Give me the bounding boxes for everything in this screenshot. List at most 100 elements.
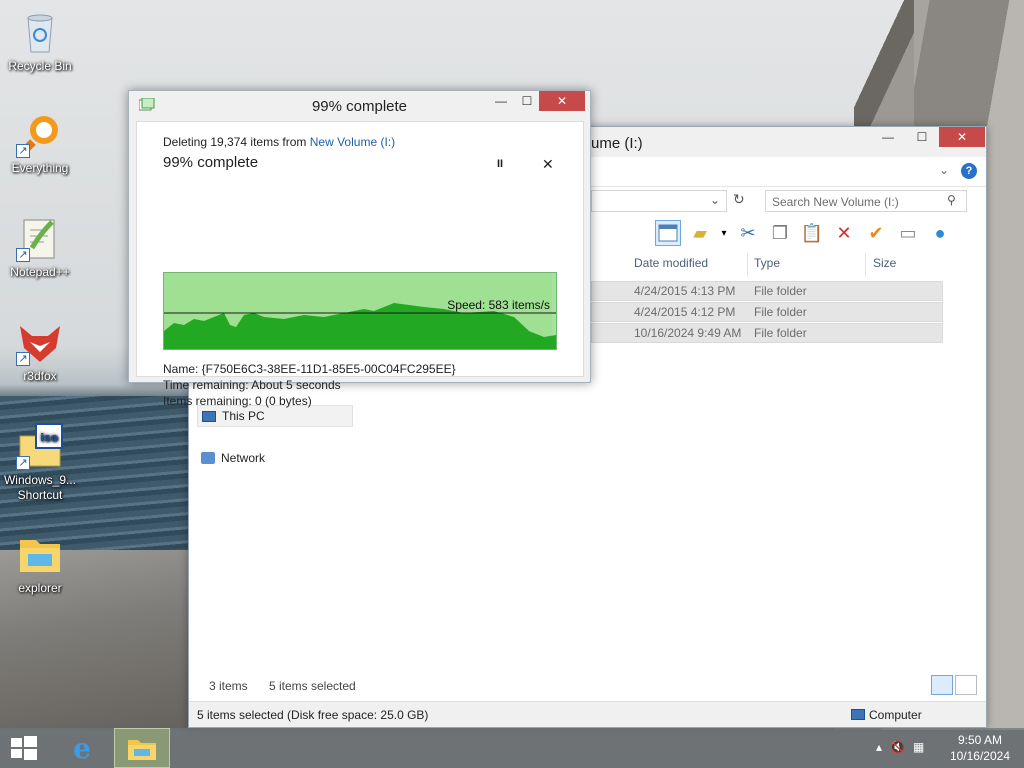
clock-time: 9:50 AM	[957, 733, 1002, 747]
explorer-maximize-button[interactable]: ☐	[909, 127, 935, 147]
shortcut-arrow-icon: ↗	[16, 144, 30, 158]
dialog-title: 99% complete	[311, 98, 408, 115]
internet-explorer-icon: e	[73, 731, 91, 765]
column-header-date[interactable]: Date modified	[628, 253, 748, 277]
ribbon-expand-icon[interactable]: ⌄	[939, 163, 949, 177]
nav-label: Network	[221, 451, 266, 465]
folder-icon	[16, 530, 64, 578]
taskbar: e ▴ 🔇 ▦ 9:50 AM 10/16/2024	[0, 728, 1024, 768]
network-globe-icon[interactable]: ●	[927, 220, 953, 246]
progress-speed-graph: Speed: 583 items/s	[163, 272, 557, 350]
network-status-icon[interactable]: ▦	[913, 740, 924, 754]
row-date: 10/16/2024 9:49 AM	[634, 326, 742, 340]
network-icon	[201, 452, 215, 464]
properties-folder-icon[interactable]: ▰	[687, 220, 713, 246]
statusbar-selection-info: 5 items selected (Disk free space: 25.0 …	[197, 708, 429, 722]
details-view-icon[interactable]	[931, 675, 953, 695]
preview-pane-icon[interactable]	[655, 220, 681, 246]
row-type: File folder	[754, 305, 807, 319]
volume-muted-icon[interactable]: 🔇	[890, 740, 905, 754]
desktop-icon-notepadpp[interactable]: ↗ Notepad++	[2, 214, 78, 280]
large-icons-view-icon[interactable]	[955, 675, 977, 695]
detail-items-remaining: Items remaining: 0 (0 bytes)	[163, 394, 312, 408]
desktop-icon-recycle-bin[interactable]: Recycle Bin	[2, 8, 78, 74]
column-header-type[interactable]: Type	[748, 253, 866, 277]
copy-icon[interactable]: ❐	[767, 220, 793, 246]
table-row[interactable]: 4/24/2015 4:12 PM File folder	[591, 302, 943, 322]
deleting-summary: Deleting 19,374 items from New Volume (I…	[163, 135, 395, 149]
nav-this-pc[interactable]: This PC	[197, 405, 353, 427]
view-switcher	[931, 675, 977, 695]
column-header-size[interactable]: Size	[867, 253, 947, 277]
address-dropdown-icon[interactable]: ⌄	[710, 193, 720, 207]
table-row[interactable]: 10/16/2024 9:49 AM File folder	[591, 323, 943, 343]
computer-icon	[202, 410, 216, 422]
dropdown-arrow-icon[interactable]: ▾	[719, 220, 729, 246]
desktop-icon-label: Notepad++	[10, 265, 70, 279]
dialog-close-button[interactable]: ✕	[539, 91, 585, 111]
table-row[interactable]: 4/24/2015 4:13 PM File folder	[591, 281, 943, 301]
svg-text:iso: iso	[40, 431, 58, 444]
shortcut-arrow-icon: ↗	[16, 456, 30, 470]
taskbar-file-explorer[interactable]	[114, 728, 170, 768]
start-button[interactable]	[0, 728, 48, 768]
desktop-icon-windows-iso-shortcut[interactable]: iso ↗ Windows_9... Shortcut	[2, 422, 78, 503]
file-operation-icon	[138, 97, 155, 112]
r3dfox-icon: ↗	[16, 318, 64, 366]
explorer-toolbar: ▰ ▾ ✂ ❐ 📋 ✕ ✔ ▭ ●	[655, 220, 953, 250]
pause-button[interactable]: II	[497, 158, 503, 170]
paste-icon[interactable]: 📋	[799, 220, 825, 246]
progress-status: 99% complete	[163, 154, 259, 171]
desktop-icon-r3dfox[interactable]: ↗ r3dfox	[2, 318, 78, 384]
detail-time-remaining: Time remaining: About 5 seconds	[163, 378, 341, 392]
search-icon[interactable]: ⚲	[947, 193, 956, 207]
computer-icon	[851, 709, 865, 720]
row-date: 4/24/2015 4:12 PM	[634, 305, 736, 319]
row-type: File folder	[754, 284, 807, 298]
desktop-icon-label: Everything	[11, 161, 69, 175]
status-selected-count: 5 items selected	[269, 679, 356, 693]
refresh-icon[interactable]: ↻	[733, 191, 745, 208]
dialog-maximize-button[interactable]: ☐	[515, 91, 539, 111]
delete-progress-dialog: 99% complete — ☐ ✕ Deleting 19,374 items…	[128, 90, 591, 408]
taskbar-clock[interactable]: 9:50 AM 10/16/2024	[950, 732, 1010, 764]
address-bar[interactable]: ⌄	[591, 190, 727, 212]
system-tray: ▴ 🔇 ▦	[876, 740, 924, 754]
cancel-button[interactable]: ✕	[542, 156, 554, 173]
speed-label: Speed: 583 items/s	[447, 298, 550, 312]
rename-check-icon[interactable]: ✔	[863, 220, 889, 246]
detail-name: Name: {F750E6C3-38EE-11D1-85E5-00C04FC29…	[163, 362, 456, 376]
explorer-statusbar: 5 items selected (Disk free space: 25.0 …	[189, 701, 986, 727]
folder-icon	[128, 740, 156, 760]
explorer-minimize-button[interactable]: —	[875, 127, 901, 147]
delete-icon[interactable]: ✕	[831, 220, 857, 246]
explorer-title: ume (I:)	[591, 135, 643, 152]
status-item-count: 3 items	[209, 679, 248, 693]
explorer-close-button[interactable]: ✕	[939, 127, 985, 147]
show-hidden-icons-icon[interactable]: ▴	[876, 740, 882, 754]
notepadpp-icon: ↗	[16, 214, 64, 262]
desktop-icon-everything[interactable]: ↗ Everything	[2, 110, 78, 176]
cut-icon[interactable]: ✂	[735, 220, 761, 246]
desktop-icon-label: explorer	[18, 581, 62, 595]
recycle-bin-icon	[16, 8, 64, 56]
deleting-summary-text: Deleting 19,374 items from	[163, 135, 310, 149]
nav-label: This PC	[222, 409, 265, 423]
row-type: File folder	[754, 326, 807, 340]
desktop-icon-label: Windows_9... Shortcut	[3, 473, 77, 502]
statusbar-location-label: Computer	[869, 708, 922, 722]
deleting-target-link[interactable]: New Volume (I:)	[310, 135, 395, 149]
move-to-icon[interactable]: ▭	[895, 220, 921, 246]
taskbar-internet-explorer[interactable]: e	[54, 728, 110, 768]
dialog-body: Deleting 19,374 items from New Volume (I…	[136, 121, 584, 408]
desktop-wallpaper-pier-rim	[854, 0, 914, 140]
everything-search-icon: ↗	[16, 110, 64, 158]
help-icon[interactable]: ?	[961, 163, 977, 179]
desktop-icon-explorer[interactable]: explorer	[2, 530, 78, 596]
desktop-icon-label: Recycle Bin	[8, 59, 72, 73]
nav-network[interactable]: Network	[197, 449, 269, 467]
shortcut-arrow-icon: ↗	[16, 248, 30, 262]
dialog-minimize-button[interactable]: —	[489, 91, 513, 111]
windows-logo-icon	[11, 736, 37, 760]
search-input[interactable]: Search New Volume (I:)	[765, 190, 967, 212]
